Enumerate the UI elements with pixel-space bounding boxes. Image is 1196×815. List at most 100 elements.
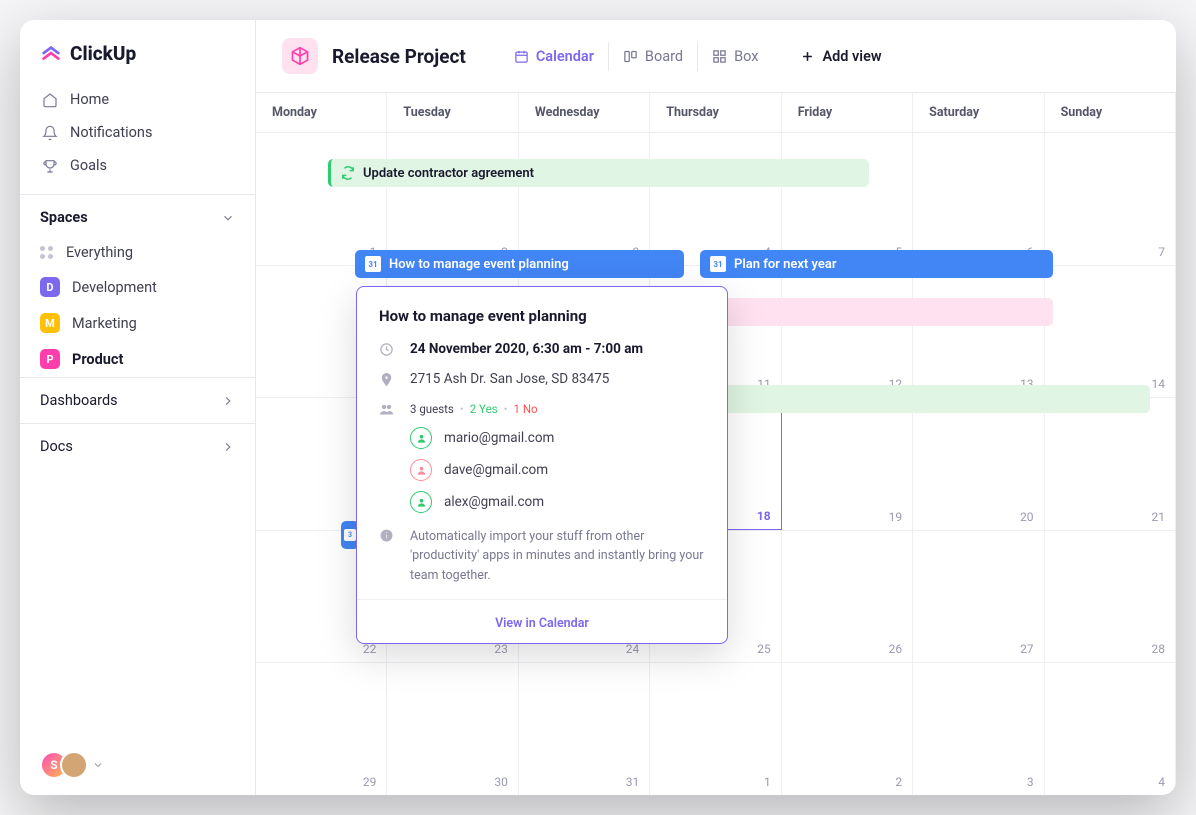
event-next-year[interactable]: 31 Plan for next year (700, 250, 1053, 278)
calendar-cell[interactable]: 19 (782, 397, 913, 530)
calendar-cell[interactable]: 26 (782, 530, 913, 663)
add-view-button[interactable]: Add view (786, 42, 895, 71)
project-icon[interactable] (282, 38, 318, 74)
calendar-header: Monday Tuesday Wednesday Thursday Friday… (256, 93, 1176, 132)
location-icon (379, 372, 394, 387)
day-header: Tuesday (387, 93, 518, 132)
user-avatars[interactable]: S (20, 735, 255, 795)
clock-icon (379, 342, 394, 357)
info-icon (379, 528, 394, 543)
day-header: Wednesday (519, 93, 650, 132)
calendar-cell[interactable]: 29 (256, 662, 387, 795)
popup-footer: View in Calendar (357, 599, 727, 643)
calendar-cell[interactable]: 4 (650, 132, 781, 265)
space-badge: D (40, 277, 60, 297)
calendar-cell[interactable]: 21 (1045, 397, 1176, 530)
calendar-cell[interactable]: 3 (519, 132, 650, 265)
space-badge: M (40, 313, 60, 333)
cube-icon (290, 46, 310, 66)
guest-row: mario@gmail.com (410, 427, 705, 449)
primary-nav: Home Notifications Goals (20, 79, 255, 186)
nav-home[interactable]: Home (30, 83, 245, 116)
view-tab-board[interactable]: Board (609, 42, 698, 71)
space-badge: P (40, 349, 60, 369)
view-in-calendar-link[interactable]: View in Calendar (495, 616, 589, 631)
sidebar-space-product[interactable]: P Product (20, 341, 255, 377)
box-icon (712, 49, 727, 64)
calendar-cell[interactable]: 13 (913, 265, 1044, 398)
calendar-cell[interactable]: 28 (1045, 530, 1176, 663)
app-window: ClickUp Home Notifications Goals Spaces … (20, 20, 1176, 795)
calendar-cell[interactable]: 30 (387, 662, 518, 795)
calendar-cell[interactable]: 27 (913, 530, 1044, 663)
calendar-cell[interactable]: 4 (1045, 662, 1176, 795)
sidebar-everything[interactable]: Everything (20, 236, 255, 269)
popup-guests-summary: 3 guests •2 Yes •1 No (410, 401, 538, 417)
popup-description: Automatically import your stuff from oth… (410, 527, 705, 585)
people-icon (379, 402, 394, 417)
chevron-down-icon (221, 211, 235, 225)
calendar-cell[interactable]: 31 (519, 662, 650, 795)
day-header: Friday (782, 93, 913, 132)
calendar-cell[interactable]: 6 (913, 132, 1044, 265)
project-title: Release Project (332, 45, 466, 68)
popup-datetime: 24 November 2020, 6:30 am - 7:00 am (410, 341, 643, 357)
sidebar: ClickUp Home Notifications Goals Spaces … (20, 20, 256, 795)
sidebar-dashboards[interactable]: Dashboards (20, 377, 255, 423)
bell-icon (42, 125, 58, 141)
calendar-cell[interactable]: 12 (782, 265, 913, 398)
calendar-cell[interactable]: 2 (782, 662, 913, 795)
view-tab-box[interactable]: Box (698, 42, 772, 71)
calendar-cell[interactable]: 3 (913, 662, 1044, 795)
calendar-cell[interactable]: 14 (1045, 265, 1176, 398)
chevron-down-icon (92, 759, 104, 771)
guest-row: dave@gmail.com (410, 459, 705, 481)
calendar-icon (514, 49, 529, 64)
calendar-cell[interactable]: 1 (256, 132, 387, 265)
calendar-cell[interactable]: 2 (387, 132, 518, 265)
trophy-icon (42, 158, 58, 174)
google-calendar-icon: 31 (710, 256, 726, 272)
sidebar-space-marketing[interactable]: M Marketing (20, 305, 255, 341)
main-content: Release Project Calendar Board Box Add v… (256, 20, 1176, 795)
event-green-bar[interactable] (700, 385, 1150, 413)
chevron-right-icon (221, 394, 235, 408)
grid-icon (40, 246, 54, 259)
google-calendar-icon: 3 (344, 529, 356, 541)
person-icon (410, 491, 432, 513)
refresh-icon (341, 166, 355, 180)
sidebar-space-development[interactable]: D Development (20, 269, 255, 305)
day-header: Thursday (650, 93, 781, 132)
sidebar-docs[interactable]: Docs (20, 423, 255, 469)
google-calendar-icon: 31 (365, 256, 381, 272)
day-header: Sunday (1045, 93, 1176, 132)
brand-name: ClickUp (70, 42, 136, 65)
day-header: Saturday (913, 93, 1044, 132)
nav-notifications[interactable]: Notifications (30, 116, 245, 149)
popup-location: 2715 Ash Dr. San Jose, SD 83475 (410, 371, 609, 387)
view-tab-calendar[interactable]: Calendar (500, 42, 609, 71)
topbar: Release Project Calendar Board Box Add v… (256, 20, 1176, 92)
clickup-logo-icon (40, 43, 62, 65)
event-planning[interactable]: 31 How to manage event planning (355, 250, 684, 278)
popup-title: How to manage event planning (379, 307, 705, 325)
event-contractor[interactable]: Update contractor agreement (328, 159, 869, 187)
home-icon (42, 92, 58, 108)
event-popup: How to manage event planning 24 November… (356, 286, 728, 644)
board-icon (623, 49, 638, 64)
avatar (60, 751, 88, 779)
plus-icon (800, 49, 815, 64)
calendar-cell[interactable]: 7 (1045, 132, 1176, 265)
chevron-right-icon (221, 440, 235, 454)
calendar-cell[interactable]: 1 (650, 662, 781, 795)
view-tabs: Calendar Board Box (500, 42, 773, 71)
nav-goals[interactable]: Goals (30, 149, 245, 182)
event-pink[interactable] (700, 298, 1053, 326)
guest-row: alex@gmail.com (410, 491, 705, 513)
person-icon (410, 427, 432, 449)
calendar: Monday Tuesday Wednesday Thursday Friday… (256, 92, 1176, 795)
calendar-cell[interactable]: 20 (913, 397, 1044, 530)
calendar-cell[interactable]: 5 (782, 132, 913, 265)
spaces-header[interactable]: Spaces (20, 194, 255, 236)
brand-logo[interactable]: ClickUp (20, 20, 255, 79)
